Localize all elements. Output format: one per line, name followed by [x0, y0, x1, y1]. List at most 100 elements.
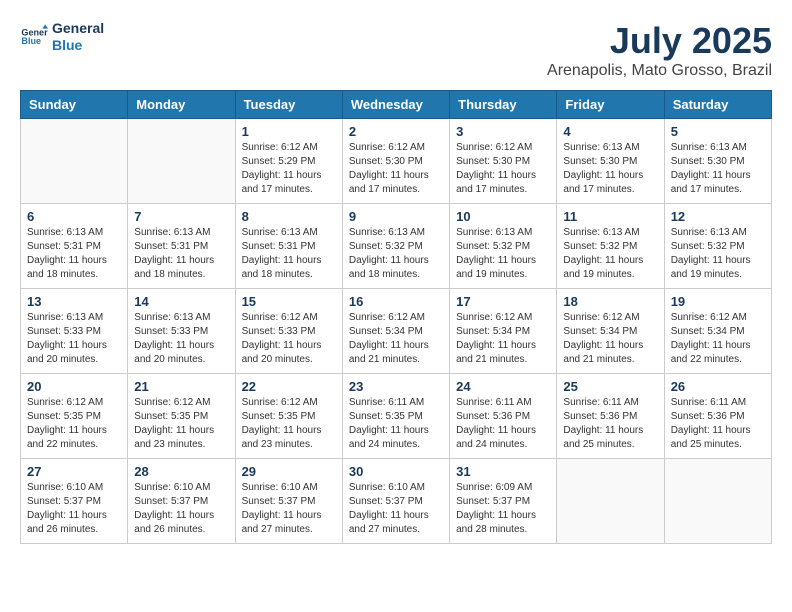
day-number: 15 [242, 294, 336, 309]
day-number: 21 [134, 379, 228, 394]
day-number: 6 [27, 209, 121, 224]
calendar-cell: 13 Sunrise: 6:13 AM Sunset: 5:33 PM Dayli… [21, 289, 128, 374]
day-number: 12 [671, 209, 765, 224]
day-info: Sunrise: 6:13 AM Sunset: 5:32 PM Dayligh… [456, 226, 550, 282]
day-info: Sunrise: 6:13 AM Sunset: 5:33 PM Dayligh… [27, 311, 121, 367]
calendar-cell: 24 Sunrise: 6:11 AM Sunset: 5:36 PM Dayli… [450, 374, 557, 459]
day-number: 1 [242, 124, 336, 139]
calendar-table: SundayMondayTuesdayWednesdayThursdayFrid… [20, 90, 772, 544]
day-number: 19 [671, 294, 765, 309]
calendar-cell: 28Sunrise: 6:10 AM Sunset: 5:37 PM Dayli… [128, 459, 235, 544]
calendar-cell: 30 Sunrise: 6:10 AM Sunset: 5:37 PM Dayli… [342, 459, 449, 544]
week-row-3: 13 Sunrise: 6:13 AM Sunset: 5:33 PM Dayli… [21, 289, 772, 374]
day-info: Sunrise: 6:13 AM Sunset: 5:32 PM Dayligh… [563, 226, 657, 282]
day-number: 5 [671, 124, 765, 139]
day-number: 27 [27, 464, 121, 479]
day-info: Sunrise: 6:10 AM Sunset: 5:37 PM Dayligh… [242, 481, 336, 537]
svg-text:Blue: Blue [21, 36, 41, 46]
day-info: Sunrise: 6:12 AM Sunset: 5:29 PM Dayligh… [242, 141, 336, 197]
day-info: Sunrise: 6:11 AM Sunset: 5:36 PM Dayligh… [563, 396, 657, 452]
day-number: 31 [456, 464, 550, 479]
day-info: Sunrise: 6:12 AM Sunset: 5:30 PM Dayligh… [456, 141, 550, 197]
weekday-header-tuesday: Tuesday [235, 91, 342, 119]
day-info: Sunrise: 6:12 AM Sunset: 5:34 PM Dayligh… [349, 311, 443, 367]
day-number: 16 [349, 294, 443, 309]
main-title: July 2025 [547, 20, 772, 62]
calendar-cell: 27Sunrise: 6:10 AM Sunset: 5:37 PM Dayli… [21, 459, 128, 544]
subtitle: Arenapolis, Mato Grosso, Brazil [547, 62, 772, 80]
day-info: Sunrise: 6:13 AM Sunset: 5:30 PM Dayligh… [671, 141, 765, 197]
day-number: 7 [134, 209, 228, 224]
day-number: 14 [134, 294, 228, 309]
calendar-cell: 16 Sunrise: 6:12 AM Sunset: 5:34 PM Dayli… [342, 289, 449, 374]
weekday-header-sunday: Sunday [21, 91, 128, 119]
logo-line1: General [52, 20, 104, 37]
day-number: 22 [242, 379, 336, 394]
day-number: 20 [27, 379, 121, 394]
calendar-cell: 9 Sunrise: 6:13 AM Sunset: 5:32 PM Daylig… [342, 204, 449, 289]
day-number: 30 [349, 464, 443, 479]
day-info: Sunrise: 6:11 AM Sunset: 5:36 PM Dayligh… [456, 396, 550, 452]
day-info: Sunrise: 6:13 AM Sunset: 5:32 PM Dayligh… [671, 226, 765, 282]
logo: General Blue General Blue [20, 20, 104, 54]
calendar-cell: 3 Sunrise: 6:12 AM Sunset: 5:30 PM Daylig… [450, 119, 557, 204]
calendar-cell: 21Sunrise: 6:12 AM Sunset: 5:35 PM Dayli… [128, 374, 235, 459]
day-number: 10 [456, 209, 550, 224]
day-number: 9 [349, 209, 443, 224]
day-info: Sunrise: 6:11 AM Sunset: 5:36 PM Dayligh… [671, 396, 765, 452]
week-row-2: 6 Sunrise: 6:13 AM Sunset: 5:31 PM Daylig… [21, 204, 772, 289]
day-number: 13 [27, 294, 121, 309]
day-info: Sunrise: 6:09 AM Sunset: 5:37 PM Dayligh… [456, 481, 550, 537]
day-number: 25 [563, 379, 657, 394]
weekday-header-friday: Friday [557, 91, 664, 119]
weekday-header-thursday: Thursday [450, 91, 557, 119]
day-info: Sunrise: 6:12 AM Sunset: 5:35 PM Dayligh… [242, 396, 336, 452]
title-area: July 2025 Arenapolis, Mato Grosso, Brazi… [547, 20, 772, 80]
day-number: 17 [456, 294, 550, 309]
calendar-cell: 19Sunrise: 6:12 AM Sunset: 5:34 PM Dayli… [664, 289, 771, 374]
day-number: 2 [349, 124, 443, 139]
logo-icon: General Blue [20, 23, 48, 51]
day-number: 3 [456, 124, 550, 139]
day-info: Sunrise: 6:13 AM Sunset: 5:31 PM Dayligh… [134, 226, 228, 282]
calendar-cell [664, 459, 771, 544]
day-info: Sunrise: 6:12 AM Sunset: 5:34 PM Dayligh… [563, 311, 657, 367]
day-number: 24 [456, 379, 550, 394]
day-number: 18 [563, 294, 657, 309]
calendar-cell: 2Sunrise: 6:12 AM Sunset: 5:30 PM Daylig… [342, 119, 449, 204]
week-row-1: 1 Sunrise: 6:12 AM Sunset: 5:29 PM Daylig… [21, 119, 772, 204]
calendar-cell: 4 Sunrise: 6:13 AM Sunset: 5:30 PM Daylig… [557, 119, 664, 204]
calendar-cell: 22 Sunrise: 6:12 AM Sunset: 5:35 PM Dayli… [235, 374, 342, 459]
day-number: 8 [242, 209, 336, 224]
day-number: 11 [563, 209, 657, 224]
day-info: Sunrise: 6:13 AM Sunset: 5:33 PM Dayligh… [134, 311, 228, 367]
calendar-cell [557, 459, 664, 544]
calendar-cell [21, 119, 128, 204]
logo-line2: Blue [52, 37, 104, 54]
day-info: Sunrise: 6:13 AM Sunset: 5:32 PM Dayligh… [349, 226, 443, 282]
day-info: Sunrise: 6:13 AM Sunset: 5:30 PM Dayligh… [563, 141, 657, 197]
weekday-header-monday: Monday [128, 91, 235, 119]
week-row-5: 27 Sunrise: 6:10 AM Sunset: 5:37 PM Dayli… [21, 459, 772, 544]
day-info: Sunrise: 6:12 AM Sunset: 5:35 PM Dayligh… [27, 396, 121, 452]
calendar-cell: 29 Sunrise: 6:10 AM Sunset: 5:37 PM Dayli… [235, 459, 342, 544]
weekday-header-wednesday: Wednesday [342, 91, 449, 119]
calendar-cell: 20 Sunrise: 6:12 AM Sunset: 5:35 PM Dayli… [21, 374, 128, 459]
calendar-cell [128, 119, 235, 204]
calendar-cell: 18 Sunrise: 6:12 AM Sunset: 5:34 PM Dayli… [557, 289, 664, 374]
day-info: Sunrise: 6:12 AM Sunset: 5:34 PM Dayligh… [456, 311, 550, 367]
day-info: Sunrise: 6:10 AM Sunset: 5:37 PM Dayligh… [349, 481, 443, 537]
day-number: 4 [563, 124, 657, 139]
calendar-cell: 8 Sunrise: 6:13 AM Sunset: 5:31 PM Daylig… [235, 204, 342, 289]
calendar-cell: 11 Sunrise: 6:13 AM Sunset: 5:32 PM Dayli… [557, 204, 664, 289]
day-number: 29 [242, 464, 336, 479]
calendar-cell: 23 Sunrise: 6:11 AM Sunset: 5:35 PM Dayli… [342, 374, 449, 459]
calendar-cell: 17 Sunrise: 6:12 AM Sunset: 5:34 PM Dayli… [450, 289, 557, 374]
day-number: 23 [349, 379, 443, 394]
calendar-cell: 10 Sunrise: 6:13 AM Sunset: 5:32 PM Dayli… [450, 204, 557, 289]
calendar-cell: 7 Sunrise: 6:13 AM Sunset: 5:31 PM Daylig… [128, 204, 235, 289]
day-info: Sunrise: 6:10 AM Sunset: 5:37 PM Dayligh… [134, 481, 228, 537]
day-info: Sunrise: 6:12 AM Sunset: 5:33 PM Dayligh… [242, 311, 336, 367]
day-info: Sunrise: 6:13 AM Sunset: 5:31 PM Dayligh… [242, 226, 336, 282]
day-info: Sunrise: 6:11 AM Sunset: 5:35 PM Dayligh… [349, 396, 443, 452]
